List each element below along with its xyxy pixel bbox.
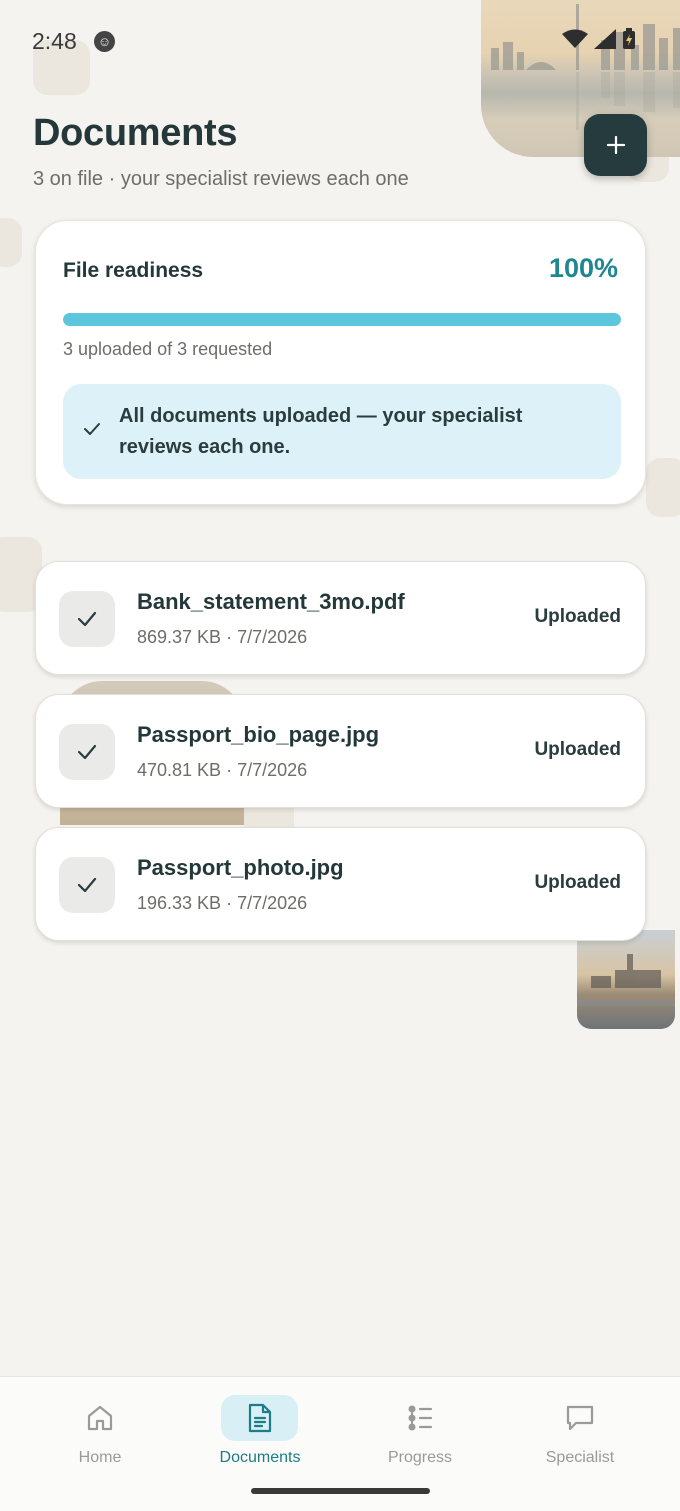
- document-name: Passport_photo.jpg: [137, 855, 344, 880]
- status-icons: [562, 28, 636, 50]
- check-icon: [77, 877, 97, 893]
- home-icon: [87, 1405, 112, 1431]
- document-icon: [248, 1403, 271, 1433]
- nav-label: Progress: [387, 1449, 453, 1466]
- decorative-block: [0, 218, 22, 267]
- document-status: Uploaded: [534, 739, 621, 760]
- readiness-title: File readiness: [63, 259, 204, 282]
- document-meta: 470.81 KB · 7/7/2026: [137, 760, 308, 780]
- signal-icon: [594, 29, 616, 49]
- nav-pill: [541, 1395, 618, 1441]
- gesture-handle[interactable]: [251, 1488, 430, 1494]
- nav-pill: [381, 1395, 458, 1441]
- check-icon: [77, 744, 97, 760]
- status-time: 2:48: [32, 28, 77, 54]
- document-status-tile: [59, 591, 115, 647]
- document-status: Uploaded: [534, 872, 621, 893]
- readiness-notice: All documents uploaded — your specialist…: [63, 384, 621, 479]
- readiness-notice-text: All documents uploaded — your specialist…: [119, 405, 523, 458]
- document-meta: 869.37 KB · 7/7/2026: [137, 627, 308, 647]
- battery-icon: [623, 28, 635, 49]
- document-row[interactable]: Passport_photo.jpg 196.33 KB · 7/7/2026 Up…: [35, 827, 646, 941]
- london-photo: [577, 930, 675, 1029]
- nav-item-documents[interactable]: Documents: [200, 1395, 320, 1475]
- plus-icon: [606, 136, 625, 154]
- check-icon: [84, 423, 100, 435]
- documents-screen: 2:48 ☺ Documents 3 on file · your specia…: [0, 0, 680, 1511]
- nav-pill-active: [221, 1395, 298, 1441]
- document-status: Uploaded: [534, 606, 621, 627]
- nav-pill: [61, 1395, 138, 1441]
- progress-list-icon: [408, 1405, 432, 1431]
- document-row[interactable]: Passport_bio_page.jpg 470.81 KB · 7/7/202…: [35, 694, 646, 808]
- nav-item-specialist[interactable]: Specialist: [520, 1395, 640, 1475]
- nav-label: Home: [78, 1449, 122, 1466]
- document-name: Bank_statement_3mo.pdf: [137, 589, 405, 614]
- document-status-tile: [59, 724, 115, 780]
- document-row[interactable]: Bank_statement_3mo.pdf 869.37 KB · 7/7/20…: [35, 561, 646, 675]
- nav-item-progress[interactable]: Progress: [360, 1395, 480, 1475]
- london-illustration: [577, 954, 675, 1006]
- nav-item-home[interactable]: Home: [40, 1395, 160, 1475]
- nav-label: Documents: [219, 1449, 301, 1466]
- decorative-block: [646, 458, 680, 517]
- readiness-count: 3 uploaded of 3 requested: [63, 339, 273, 359]
- page-title: Documents: [33, 112, 238, 154]
- readiness-percent: 100%: [548, 253, 618, 283]
- chat-icon: [566, 1405, 593, 1431]
- add-document-button[interactable]: [584, 114, 647, 176]
- page-subtitle: 3 on file · your specialist reviews each…: [33, 168, 409, 190]
- wifi-icon: [562, 29, 588, 48]
- document-status-tile: [59, 857, 115, 913]
- readiness-progress-fill: [63, 313, 621, 326]
- readiness-progress-bar: [63, 313, 621, 326]
- notification-app-icon: ☺: [94, 31, 115, 52]
- document-meta: 196.33 KB · 7/7/2026: [137, 893, 308, 913]
- status-bar: 2:48 ☺: [0, 22, 680, 62]
- file-readiness-card: File readiness 100% 3 uploaded of 3 requ…: [35, 220, 646, 505]
- check-icon: [77, 611, 97, 627]
- nav-label: Specialist: [545, 1449, 615, 1466]
- document-name: Passport_bio_page.jpg: [137, 722, 380, 747]
